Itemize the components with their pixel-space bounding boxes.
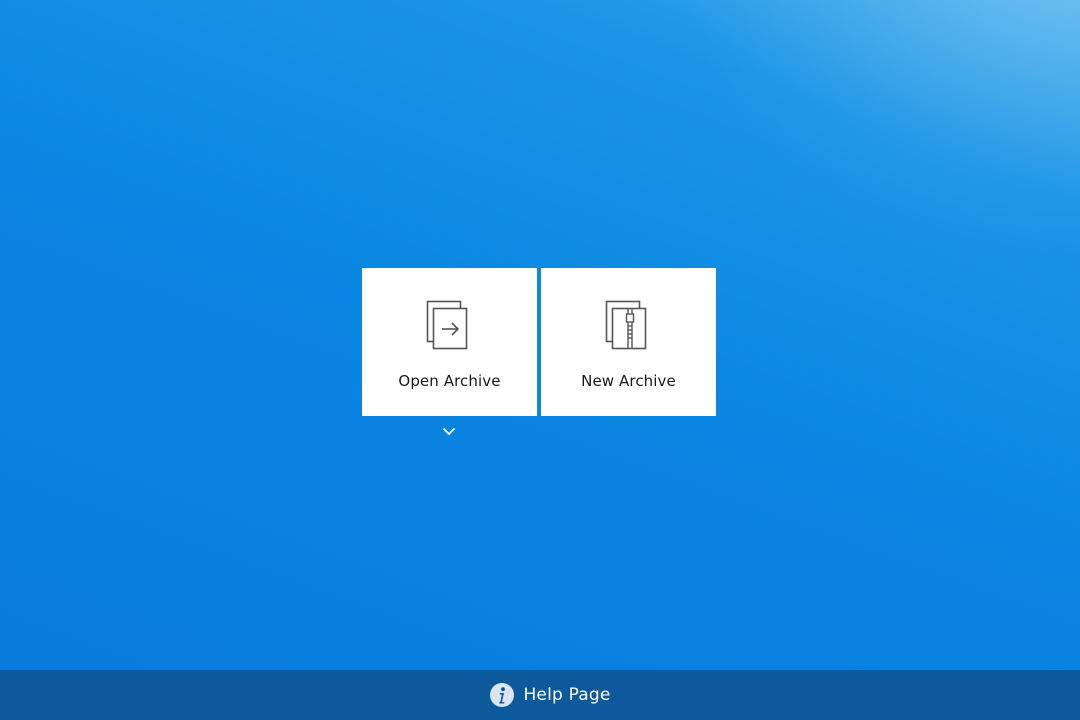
open-archive-label: Open Archive — [398, 372, 501, 390]
chevron-down-icon — [442, 427, 456, 435]
action-tiles: Open Archive New Archive — [362, 268, 716, 416]
help-page-link[interactable]: Help Page — [489, 682, 610, 708]
new-archive-icon — [605, 300, 646, 350]
new-archive-label: New Archive — [581, 372, 676, 390]
open-archive-dropdown[interactable] — [440, 424, 458, 438]
start-screen: Open Archive New Archive Help Page — [0, 0, 1080, 720]
background-sheen — [680, 0, 1080, 260]
footer-bar: Help Page — [0, 670, 1080, 720]
open-archive-button[interactable]: Open Archive — [362, 268, 537, 416]
help-page-label: Help Page — [523, 685, 611, 705]
new-archive-button[interactable]: New Archive — [541, 268, 716, 416]
info-icon — [490, 683, 515, 707]
open-archive-icon — [426, 300, 467, 350]
